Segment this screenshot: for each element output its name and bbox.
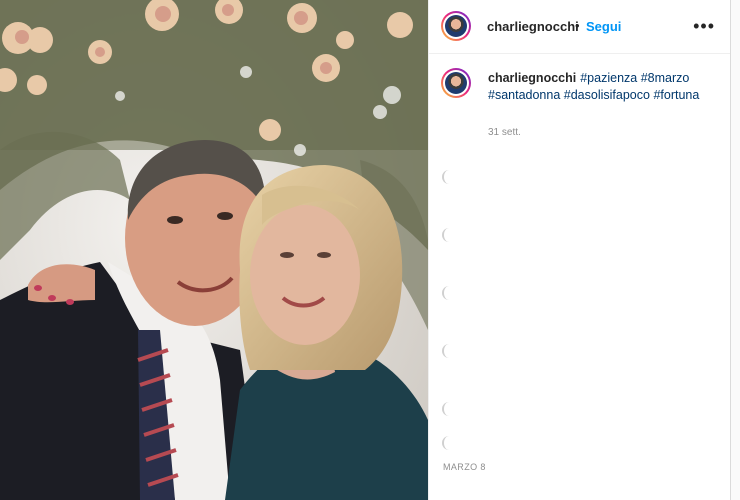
hashtag-link[interactable]: #dasolisifapoco (564, 88, 650, 102)
comment-placeholder (442, 436, 450, 450)
hashtag-link[interactable]: #santadonna (488, 88, 560, 102)
caption-age: 31 sett. (488, 127, 521, 138)
separator-dot: • (575, 18, 580, 33)
comment-placeholder (442, 402, 450, 416)
header-username[interactable]: charliegnocchi (487, 19, 579, 34)
post-photo[interactable] (0, 0, 428, 500)
page-scrollbar[interactable] (730, 0, 740, 500)
comment-placeholder (442, 286, 450, 300)
hashtag-link[interactable]: #pazienza (580, 71, 637, 85)
post-sidebar: charliegnocchi • Segui ••• charliegnocch… (428, 0, 731, 500)
hashtag-link[interactable]: #8marzo (641, 71, 690, 85)
follow-button[interactable]: Segui (586, 19, 621, 34)
caption-username[interactable]: charliegnocchi (488, 71, 576, 85)
comment-placeholder (442, 344, 450, 358)
comment-placeholder (442, 228, 450, 242)
more-options-icon[interactable]: ••• (693, 17, 715, 35)
hashtag-link[interactable]: #fortuna (653, 88, 699, 102)
post-header: charliegnocchi • Segui ••• (429, 0, 731, 54)
comment-placeholder (442, 170, 450, 184)
post-date: MARZO 8 (443, 462, 486, 472)
photo-image (0, 0, 428, 500)
post-caption: charliegnocchi #pazienza #8marzo #santado… (488, 70, 708, 104)
caption-avatar[interactable] (441, 68, 471, 98)
profile-avatar[interactable] (441, 11, 471, 41)
